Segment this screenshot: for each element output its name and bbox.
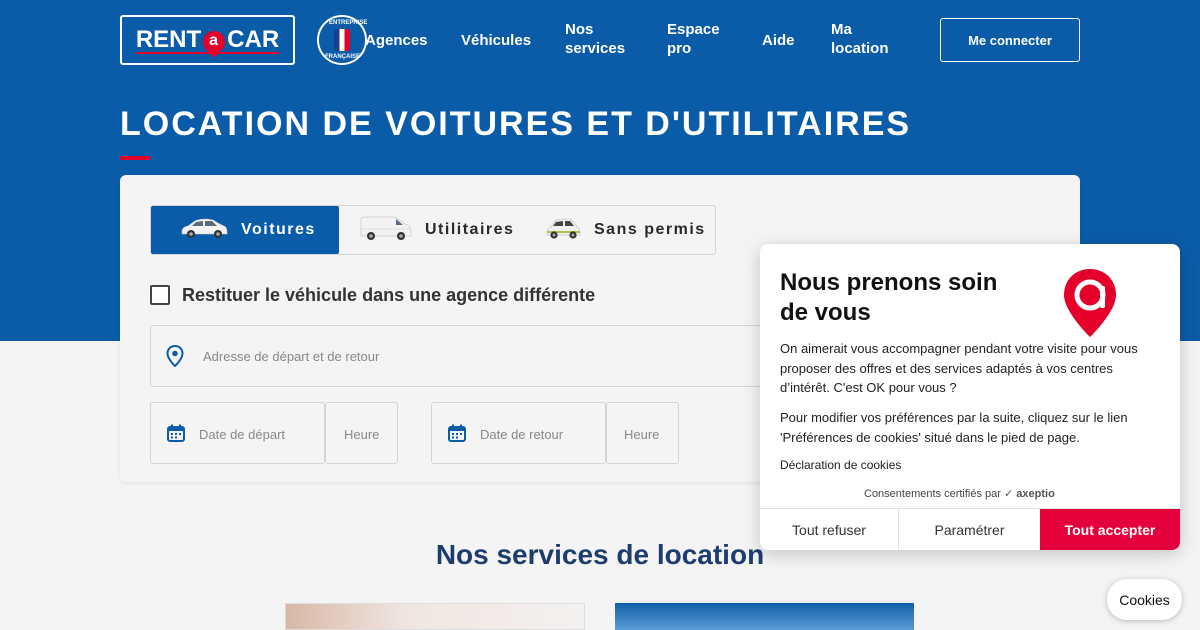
cookie-declaration-link[interactable]: Déclaration de cookies xyxy=(780,458,901,472)
service-card-image[interactable] xyxy=(615,603,914,630)
car-icon xyxy=(179,217,229,244)
cookie-settings-button[interactable]: Paramétrer xyxy=(900,509,1039,550)
nav-agences[interactable]: Agences xyxy=(365,31,428,50)
badge-text-bottom: FRANÇAISE xyxy=(325,54,361,60)
cookie-consent-modal: Nous prenons soin de vous On aimerait vo… xyxy=(760,244,1180,550)
tab-utilitaires-label: Utilitaires xyxy=(425,221,515,238)
consent-certification: Consentements certifiés par ✓ axeptio xyxy=(864,487,1055,500)
nav-aide[interactable]: Aide xyxy=(762,31,795,50)
nav-ma-location[interactable]: Ma location xyxy=(831,20,901,58)
french-flag-icon xyxy=(334,29,350,51)
axeptio-logo: ✓ axeptio xyxy=(1004,488,1055,500)
calendar-icon xyxy=(167,424,185,442)
address-placeholder: Adresse de départ et de retour xyxy=(203,349,380,364)
nav-nos-services[interactable]: Nos services xyxy=(565,20,635,58)
date-retour-placeholder: Date de retour xyxy=(480,427,564,442)
entreprise-francaise-badge: ENTREPRISE FRANÇAISE xyxy=(317,15,367,65)
cookie-intro-text: On aimerait vous accompagner pendant vot… xyxy=(780,341,1138,395)
return-other-agency-checkbox[interactable] xyxy=(150,285,170,305)
service-card-image[interactable] xyxy=(285,603,585,630)
tab-voitures[interactable]: Voitures xyxy=(151,206,339,254)
logo-wordmark: RENT a CAR xyxy=(136,26,279,58)
location-pin-icon xyxy=(166,345,184,367)
nav-vehicules[interactable]: Véhicules xyxy=(461,31,531,50)
heure-depart-placeholder: Heure xyxy=(344,427,380,442)
title-accent-bar xyxy=(120,156,150,160)
rentacar-logo[interactable]: RENT a CAR xyxy=(120,15,295,65)
accept-all-button[interactable]: Tout accepter xyxy=(1040,509,1180,550)
badge-text-top: ENTREPRISE xyxy=(329,20,368,26)
cookies-preferences-button[interactable]: Cookies xyxy=(1107,579,1182,620)
calendar-icon xyxy=(448,424,466,442)
cookie-preferences-text: Pour modifier vos préférences par la sui… xyxy=(780,410,1128,445)
heure-retour-placeholder: Heure xyxy=(624,427,660,442)
page-title: LOCATION DE VOITURES ET D'UTILITAIRES xyxy=(120,105,912,143)
cookie-button-bar: Tout refuser Paramétrer Tout accepter xyxy=(760,508,1180,550)
tab-utilitaires[interactable]: Utilitaires xyxy=(359,206,529,254)
tab-sans-permis-label: Sans permis xyxy=(594,221,706,238)
tab-sans-permis[interactable]: Sans permis xyxy=(544,206,716,254)
tab-voitures-label: Voitures xyxy=(241,221,316,238)
return-other-agency-label[interactable]: Restituer le véhicule dans une agence di… xyxy=(182,285,595,306)
microcar-icon xyxy=(544,217,582,244)
rentacar-pin-logo-icon xyxy=(1064,269,1116,337)
refuse-all-button[interactable]: Tout refuser xyxy=(760,509,899,550)
vehicle-type-tabs: Voitures Utilitaires Sans permis xyxy=(150,205,716,255)
cookie-modal-title: Nous prenons soin de vous xyxy=(780,269,998,326)
certified-text: Consentements certifiés par xyxy=(864,488,1001,500)
van-icon xyxy=(359,215,413,246)
login-button[interactable]: Me connecter xyxy=(940,18,1080,62)
logo-underline xyxy=(136,52,279,54)
date-depart-placeholder: Date de départ xyxy=(199,427,286,442)
nav-espace-pro[interactable]: Espace pro xyxy=(667,20,727,58)
